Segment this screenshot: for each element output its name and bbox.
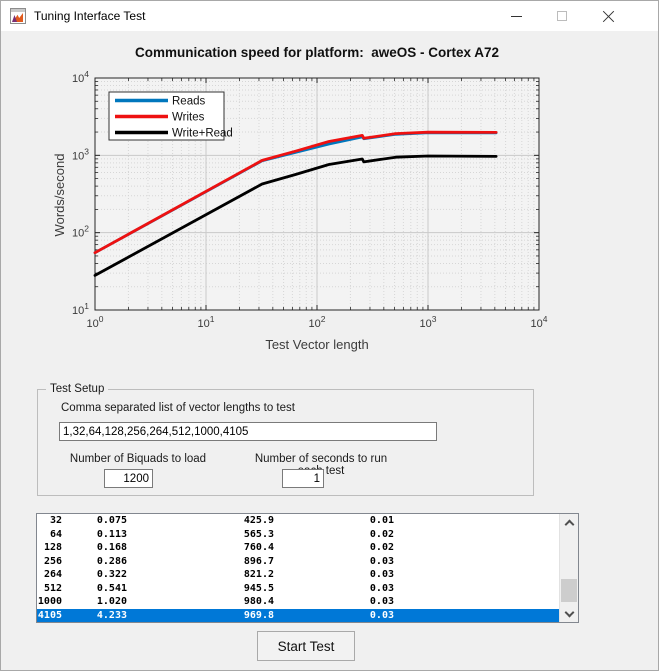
test-setup-group: Test Setup Comma separated list of vecto… — [37, 389, 534, 496]
matlab-figure-icon — [10, 8, 26, 24]
maximize-icon — [557, 11, 567, 21]
x-axis-label: Test Vector length — [1, 337, 633, 352]
list-cell: 4105 — [37, 609, 62, 623]
seconds-input[interactable] — [282, 469, 324, 488]
list-cell: 969.8 — [127, 609, 274, 623]
list-cell: 0.113 — [62, 528, 127, 542]
list-cell: 0.03 — [274, 609, 394, 623]
legend: Reads Writes Write+Read — [109, 92, 233, 140]
minimize-icon — [511, 16, 522, 17]
biquads-label: Number of Biquads to load — [58, 453, 218, 465]
list-cell: 0.541 — [62, 582, 127, 596]
list-cell: 0.02 — [274, 528, 394, 542]
window-controls — [493, 1, 631, 31]
listbox-scrollbar[interactable] — [559, 514, 578, 622]
legend-entry-label: Write+Read — [172, 128, 233, 140]
list-cell: 264 — [37, 568, 62, 582]
x-tick-label: 104 — [531, 314, 548, 330]
list-cell: 0.03 — [274, 595, 394, 609]
list-cell: 32 — [37, 514, 62, 528]
list-cell: 0.03 — [274, 568, 394, 582]
x-tick-label: 103 — [420, 314, 437, 330]
list-cell: 512 — [37, 582, 62, 596]
x-tick-label: 100 — [87, 314, 104, 330]
list-cell: 0.03 — [274, 582, 394, 596]
y-tick-label: 104 — [72, 69, 89, 85]
y-tick-label: 103 — [72, 146, 89, 162]
minimize-button[interactable] — [493, 1, 539, 31]
biquads-input[interactable] — [104, 469, 153, 488]
list-cell: 0.286 — [62, 555, 127, 569]
list-item[interactable]: 5120.541945.50.03 — [37, 582, 560, 596]
scroll-down-button[interactable] — [560, 605, 579, 622]
list-item[interactable]: 640.113565.30.02 — [37, 528, 560, 542]
x-tick-label: 102 — [309, 314, 326, 330]
list-cell: 760.4 — [127, 541, 274, 555]
start-test-button[interactable]: Start Test — [257, 631, 355, 661]
list-cell: 0.01 — [274, 514, 394, 528]
speed-chart: 100101102103104101102103104ReadsWritesWr… — [1, 31, 659, 381]
list-item[interactable]: 2640.322821.20.03 — [37, 568, 560, 582]
list-cell: 0.168 — [62, 541, 127, 555]
window-title: Tuning Interface Test — [34, 1, 145, 31]
list-cell: 896.7 — [127, 555, 274, 569]
scrollbar-thumb[interactable] — [561, 579, 577, 602]
chevron-up-icon — [565, 520, 575, 530]
list-cell: 1.020 — [62, 595, 127, 609]
list-cell: 128 — [37, 541, 62, 555]
list-cell: 980.4 — [127, 595, 274, 609]
list-cell: 565.3 — [127, 528, 274, 542]
list-cell: 0.322 — [62, 568, 127, 582]
list-cell: 945.5 — [127, 582, 274, 596]
y-axis-label: Words/second — [52, 115, 70, 275]
legend-entry-label: Reads — [172, 96, 205, 108]
x-tick-label: 101 — [198, 314, 215, 330]
list-item[interactable]: 320.075425.90.01 — [37, 514, 560, 528]
close-icon — [602, 10, 615, 23]
legend-entry-label: Writes — [172, 112, 205, 124]
results-listbox[interactable]: 320.075425.90.01640.113565.30.021280.168… — [36, 513, 579, 623]
results-rows: 320.075425.90.01640.113565.30.021280.168… — [37, 514, 560, 622]
list-cell: 0.03 — [274, 555, 394, 569]
list-cell: 256 — [37, 555, 62, 569]
list-item[interactable]: 10001.020980.40.03 — [37, 595, 560, 609]
list-cell: 64 — [37, 528, 62, 542]
list-cell: 0.075 — [62, 514, 127, 528]
list-item[interactable]: 2560.286896.70.03 — [37, 555, 560, 569]
list-cell: 821.2 — [127, 568, 274, 582]
test-setup-group-label: Test Setup — [46, 383, 108, 395]
vector-lengths-input[interactable] — [59, 422, 437, 441]
y-tick-label: 102 — [72, 224, 89, 240]
list-cell: 425.9 — [127, 514, 274, 528]
chevron-down-icon — [565, 608, 575, 618]
figure-area: 100101102103104101102103104ReadsWritesWr… — [1, 31, 659, 671]
vector-lengths-label: Comma separated list of vector lengths t… — [61, 402, 295, 414]
title-bar: Tuning Interface Test — [1, 1, 658, 31]
list-item[interactable]: 1280.168760.40.02 — [37, 541, 560, 555]
maximize-button[interactable] — [539, 1, 585, 31]
scroll-up-button[interactable] — [560, 514, 579, 531]
list-cell: 1000 — [37, 595, 62, 609]
tuning-interface-window: Tuning Interface Test 100101102103104101… — [0, 0, 659, 671]
y-tick-label: 101 — [72, 301, 89, 317]
list-cell: 0.02 — [274, 541, 394, 555]
list-item[interactable]: 41054.233969.80.03 — [37, 609, 560, 623]
chart-title: Communication speed for platform: aweOS … — [1, 45, 633, 60]
list-cell: 4.233 — [62, 609, 127, 623]
close-button[interactable] — [585, 1, 631, 31]
